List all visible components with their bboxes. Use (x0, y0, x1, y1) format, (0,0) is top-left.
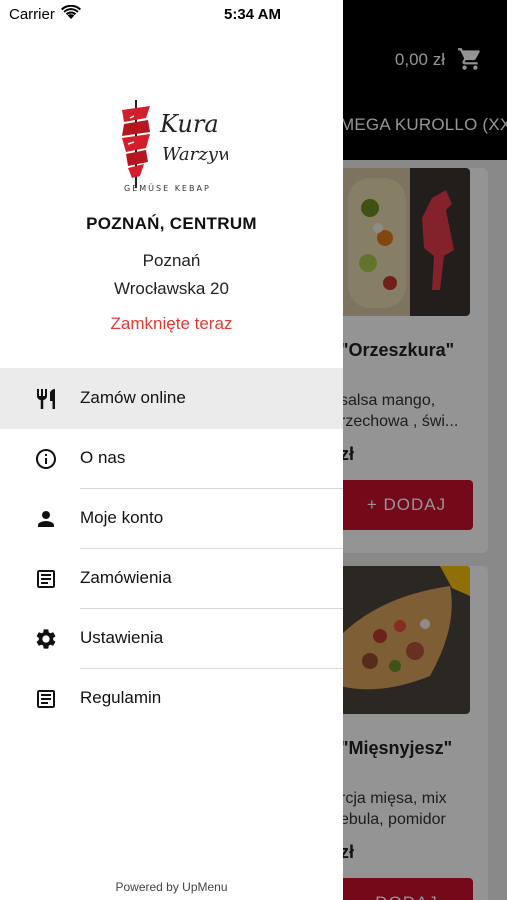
clock: 5:34 AM (224, 6, 281, 23)
info-icon (36, 449, 56, 469)
menu-label: Regulamin (80, 688, 162, 707)
menu-label: Zamówienia (80, 568, 172, 587)
menu-item-terms[interactable]: Regulamin (0, 668, 343, 729)
restaurant-address: Wrocławska 20 (114, 279, 229, 298)
document-icon (37, 570, 55, 588)
cutlery-icon (37, 389, 55, 409)
restaurant-name: POZNAŃ, CENTRUM (86, 214, 257, 233)
restaurant-logo: Kura Warzyw GEMÜSE KEBAP (116, 96, 234, 194)
menu-item-orders[interactable]: Zamówienia (0, 548, 343, 609)
menu-item-my-account[interactable]: Moje konto (0, 488, 343, 549)
svg-text:Warzyw: Warzyw (162, 144, 228, 165)
svg-text:GEMÜSE KEBAP: GEMÜSE KEBAP (124, 183, 211, 193)
carrier-label: Carrier (9, 6, 55, 23)
menu-label: Zamów online (80, 388, 186, 407)
document-icon (37, 690, 55, 708)
menu-label: Moje konto (80, 508, 164, 527)
gear-icon (36, 629, 56, 649)
restaurant-city: Poznań (142, 251, 201, 270)
person-icon (38, 511, 54, 527)
powered-by-footer[interactable]: Powered by UpMenu (0, 880, 343, 894)
status-bar: Carrier 5:34 AM (0, 0, 507, 30)
menu-item-settings[interactable]: Ustawienia (0, 608, 343, 669)
svg-text:Kura: Kura (159, 110, 219, 138)
wifi-icon (61, 5, 81, 19)
menu-item-about[interactable]: O nas (0, 428, 343, 489)
menu-label: Ustawienia (80, 628, 164, 647)
menu-label: O nas (80, 448, 126, 467)
navigation-drawer: Kura Warzyw GEMÜSE KEBAP POZNAŃ, CENTRUM… (0, 0, 343, 900)
opening-status: Zamknięte teraz (110, 314, 233, 333)
menu-item-order-online[interactable]: Zamów online (0, 368, 343, 429)
